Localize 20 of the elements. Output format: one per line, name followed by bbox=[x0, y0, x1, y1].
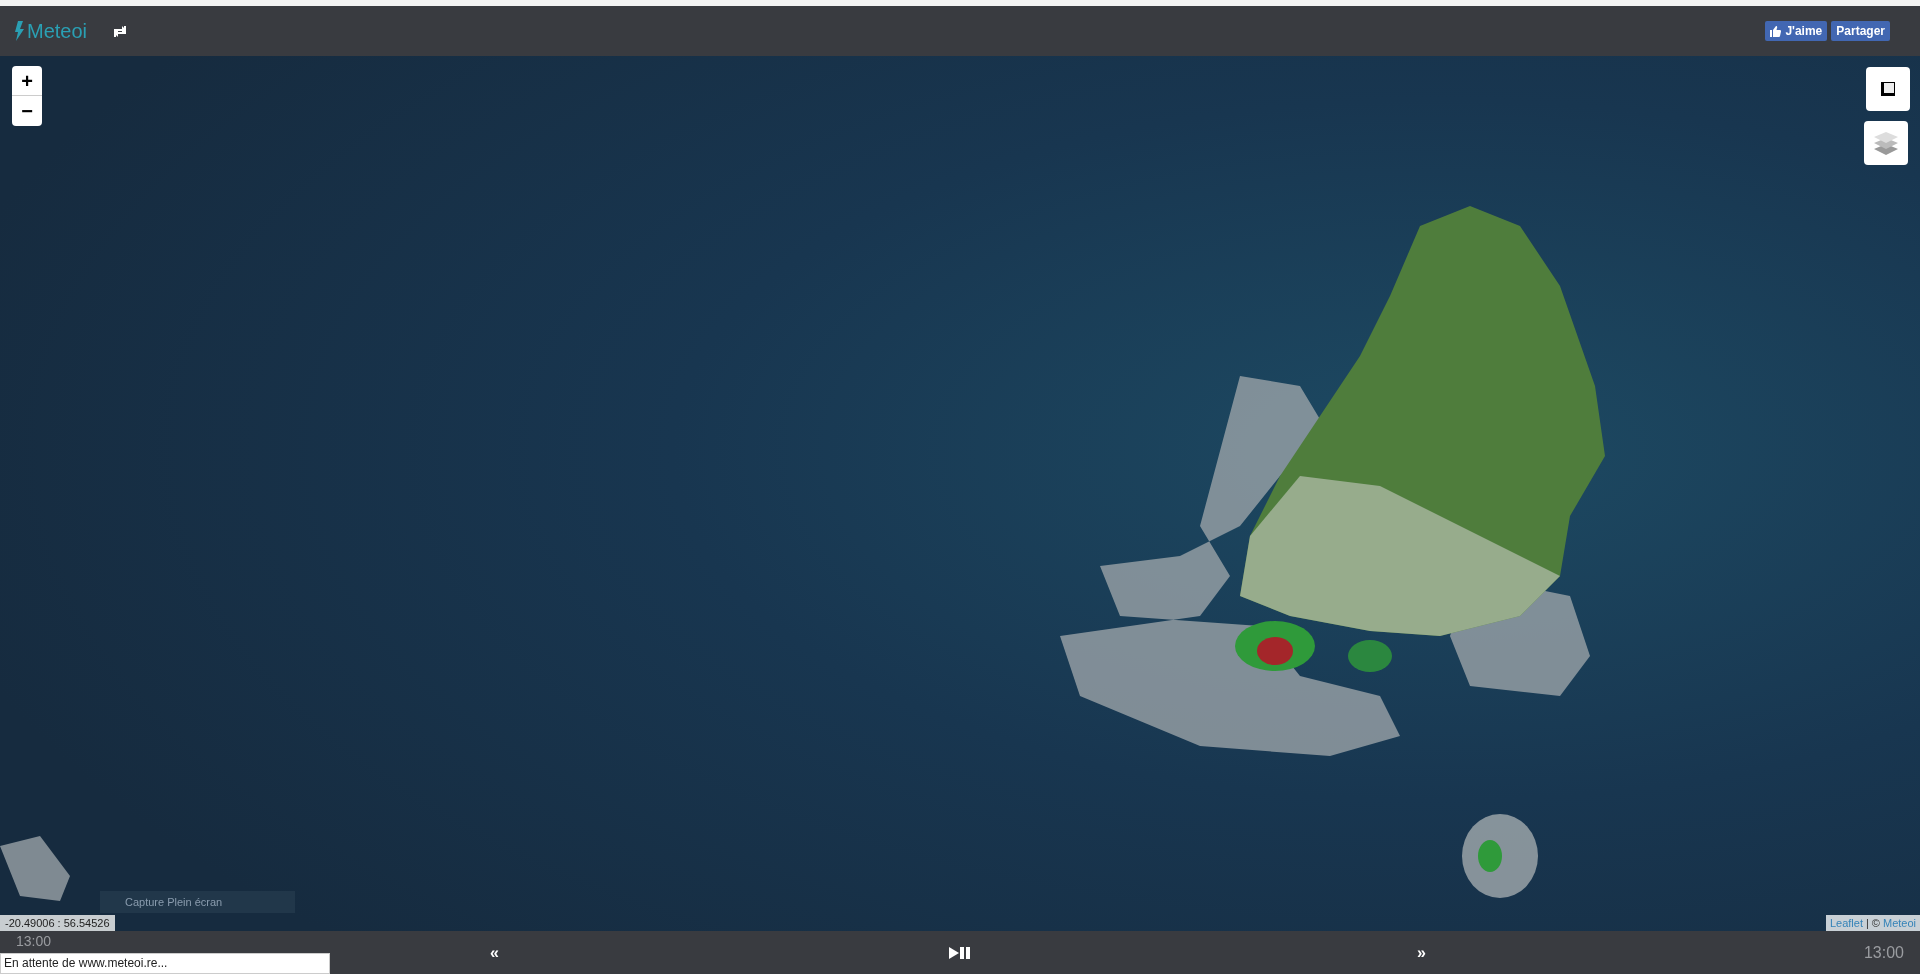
share-button[interactable]: Partager bbox=[1831, 21, 1890, 41]
coordinates-label: -20.49006 : 56.54526 bbox=[0, 915, 115, 931]
browser-status-bar: En attente de www.meteoi.re... bbox=[0, 953, 330, 974]
zoom-out-button[interactable]: − bbox=[12, 96, 42, 126]
thumbs-up-icon bbox=[1770, 25, 1782, 37]
capture-button[interactable]: Capture Plein écran bbox=[100, 891, 295, 913]
start-time: 13:00 bbox=[16, 932, 52, 950]
brand-link[interactable]: Meteoi bbox=[27, 16, 88, 46]
square-icon bbox=[1880, 81, 1896, 97]
zoom-in-button[interactable]: + bbox=[12, 66, 42, 96]
end-time: 13:00 bbox=[1863, 942, 1904, 963]
layers-button[interactable] bbox=[1864, 121, 1908, 165]
next-button[interactable]: » bbox=[1417, 940, 1426, 965]
layers-icon bbox=[1873, 130, 1899, 156]
like-button[interactable]: J'aime bbox=[1765, 21, 1828, 41]
lightning-icon bbox=[14, 21, 24, 41]
attribution-separator: | © bbox=[1865, 916, 1880, 931]
previous-button[interactable]: « bbox=[490, 940, 499, 965]
fullscreen-button[interactable] bbox=[1866, 67, 1910, 111]
play-pause-icon[interactable] bbox=[949, 946, 971, 959]
